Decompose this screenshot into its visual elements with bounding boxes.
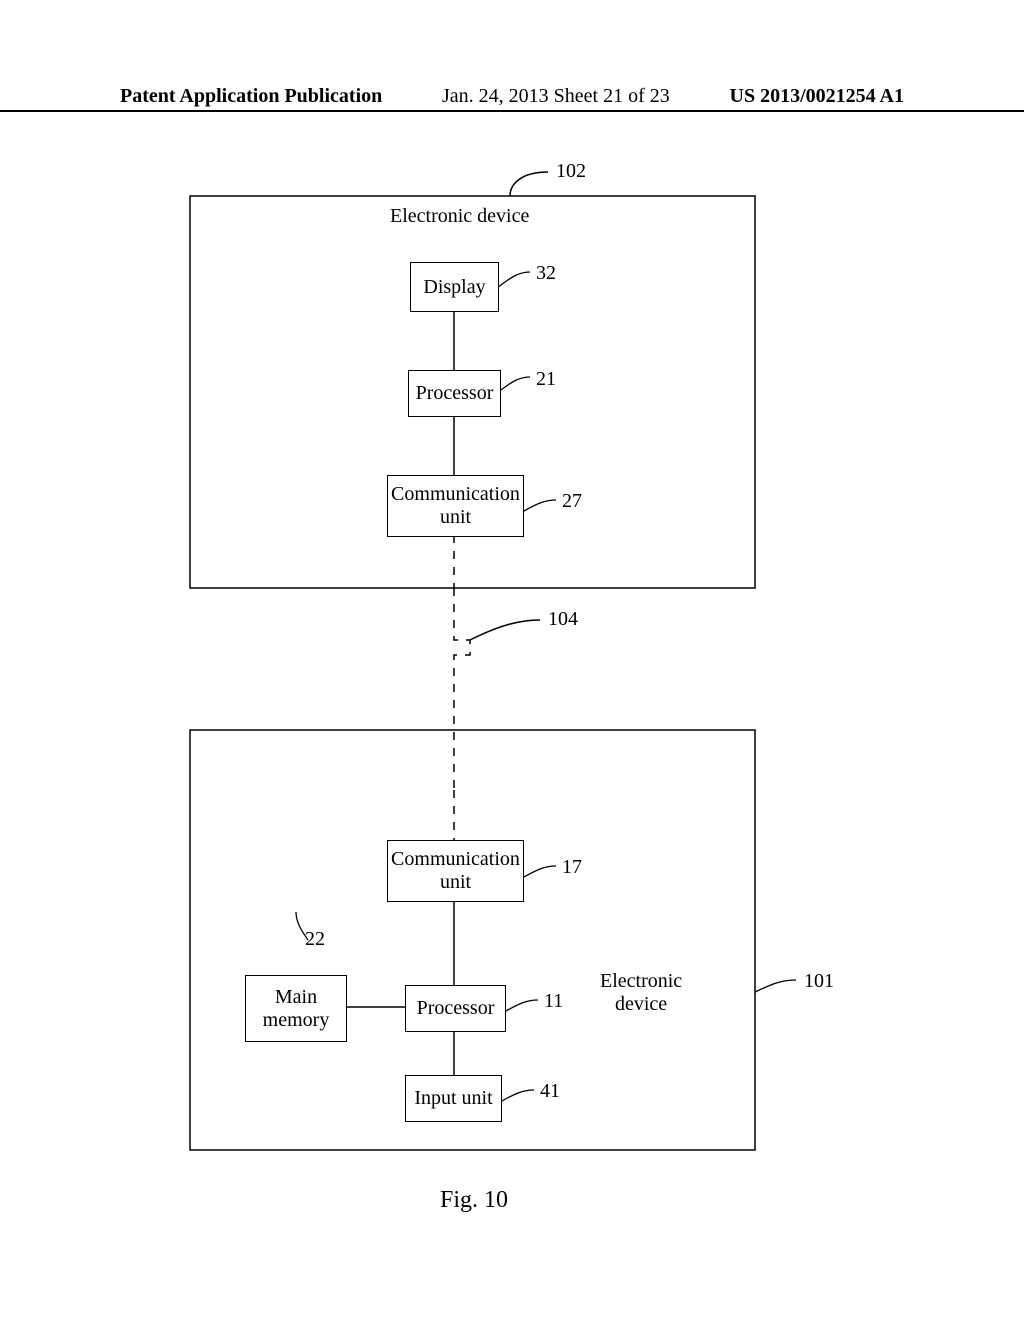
block-comm-101-l2: unit	[440, 871, 471, 894]
connector-lines	[0, 0, 1024, 1320]
header-left: Patent Application Publication	[120, 85, 382, 108]
ref-21: 21	[536, 368, 556, 391]
device-102-title: Electronic device	[390, 205, 529, 228]
ref-17: 17	[562, 856, 582, 879]
block-processor-101-label: Processor	[417, 997, 495, 1020]
block-processor-102-label: Processor	[416, 382, 494, 405]
block-processor-102: Processor	[408, 370, 501, 417]
device-101-title: Electronic device	[600, 970, 682, 1016]
header-row: Patent Application Publication Jan. 24, …	[0, 85, 1024, 108]
header-center: Jan. 24, 2013 Sheet 21 of 23	[442, 85, 670, 108]
block-input-unit: Input unit	[405, 1075, 502, 1122]
page-header: Patent Application Publication Jan. 24, …	[0, 85, 1024, 112]
block-comm-101: Communication unit	[387, 840, 524, 902]
block-comm-102: Communication unit	[387, 475, 524, 537]
ref-41: 41	[540, 1080, 560, 1103]
ref-104: 104	[548, 608, 578, 631]
device-101-title-l1: Electronic	[600, 970, 682, 992]
figure-caption: Fig. 10	[440, 1187, 508, 1214]
ref-11: 11	[544, 990, 563, 1013]
block-processor-101: Processor	[405, 985, 506, 1032]
block-display-label: Display	[423, 276, 485, 299]
ref-32: 32	[536, 262, 556, 285]
block-comm-101-l1: Communication	[391, 848, 520, 871]
block-main-memory-l2: memory	[263, 1009, 330, 1032]
ref-102: 102	[556, 160, 586, 183]
header-right: US 2013/0021254 A1	[730, 85, 904, 108]
device-101-title-l2: device	[615, 993, 667, 1015]
block-input-unit-label: Input unit	[414, 1087, 492, 1110]
ref-22: 22	[305, 928, 325, 951]
block-display: Display	[410, 262, 499, 312]
ref-101: 101	[804, 970, 834, 993]
block-comm-102-l2: unit	[440, 506, 471, 529]
block-main-memory: Main memory	[245, 975, 347, 1042]
block-main-memory-l1: Main	[275, 986, 317, 1009]
ref-27: 27	[562, 490, 582, 513]
block-comm-102-l1: Communication	[391, 483, 520, 506]
